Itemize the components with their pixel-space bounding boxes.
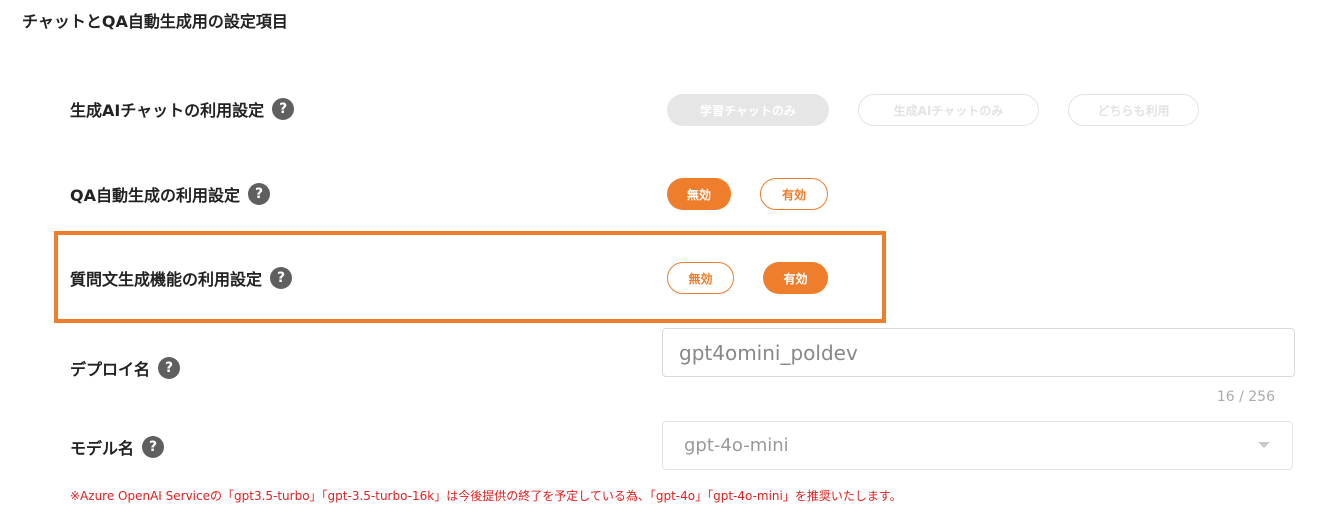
model-name-select[interactable]: gpt-4o-mini <box>662 421 1293 470</box>
question-circle-icon[interactable]: ? <box>248 183 270 205</box>
model-name-label-row: モデル名 ? <box>70 435 165 459</box>
model-name-label: モデル名 <box>70 439 135 458</box>
chat-usage-label: 生成AIチャットの利用設定 <box>70 101 265 120</box>
question-gen-disabled-option[interactable]: 無効 <box>667 262 734 294</box>
option-learning-chat-only: 学習チャットのみ <box>667 94 829 126</box>
section-title: チャットとQA自動生成用の設定項目 <box>22 12 288 31</box>
deprecation-note: ※Azure OpenAI Serviceの「gpt3.5-turbo」「gpt… <box>70 489 902 503</box>
deploy-name-label: デプロイ名 <box>70 360 151 379</box>
deploy-name-input[interactable]: gpt4omini_poldev <box>662 328 1295 377</box>
question-gen-label: 質問文生成機能の利用設定 <box>70 270 263 289</box>
option-use-both: どちらも利用 <box>1068 94 1199 126</box>
qa-auto-label: QA自動生成の利用設定 <box>70 186 240 205</box>
question-circle-icon[interactable]: ? <box>270 267 293 289</box>
model-name-value: gpt-4o-mini <box>684 435 789 456</box>
question-gen-label-row: 質問文生成機能の利用設定 ? <box>70 266 293 290</box>
question-circle-icon[interactable]: ? <box>272 98 295 120</box>
question-circle-icon[interactable]: ? <box>142 436 165 458</box>
character-counter: 16 / 256 <box>1216 389 1275 405</box>
option-generative-ai-chat-only: 生成AIチャットのみ <box>858 94 1039 126</box>
chat-usage-label-row: 生成AIチャットの利用設定 ? <box>70 97 295 121</box>
chevron-down-icon[interactable] <box>1258 442 1270 448</box>
qa-auto-label-row: QA自動生成の利用設定 ? <box>70 182 270 206</box>
question-circle-icon[interactable]: ? <box>158 357 181 379</box>
qa-auto-disabled-option[interactable]: 無効 <box>667 178 731 210</box>
question-gen-enabled-option[interactable]: 有効 <box>763 262 828 294</box>
qa-auto-enabled-option[interactable]: 有効 <box>760 178 828 210</box>
deploy-name-label-row: デプロイ名 ? <box>70 356 181 380</box>
